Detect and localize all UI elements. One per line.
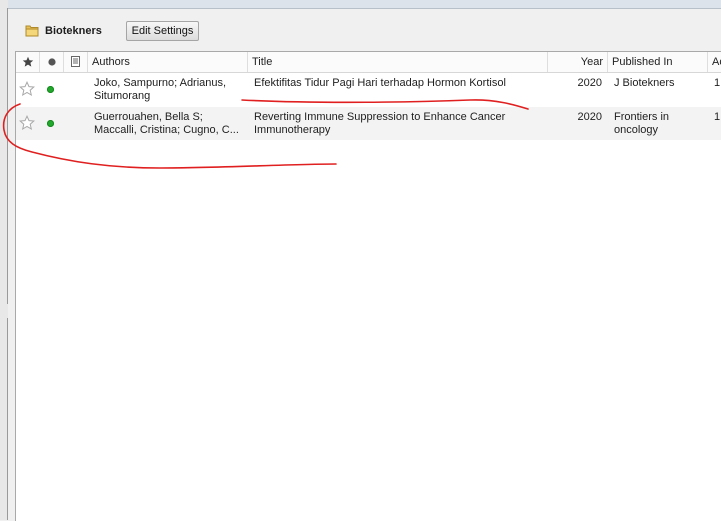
window-top-strip <box>8 0 721 9</box>
table-row[interactable]: Joko, Sampurno; Adrianus, Situmorang Efe… <box>16 73 721 106</box>
document-icon <box>71 56 80 67</box>
splitter-line <box>7 8 8 304</box>
column-header-read-status[interactable] <box>40 52 64 72</box>
table-row[interactable]: Guerrouahen, Bella S; Maccalli, Cristina… <box>16 107 721 140</box>
splitter-line <box>7 318 8 520</box>
library-header: Biotekners Edit Settings <box>8 9 721 49</box>
column-header-authors[interactable]: Authors <box>88 52 248 72</box>
table-header: Authors Title Year Published In Ac <box>16 52 721 73</box>
column-header-year[interactable]: Year <box>548 52 608 72</box>
star-icon[interactable] <box>19 81 35 97</box>
column-header-favorite[interactable] <box>16 52 40 72</box>
star-icon <box>22 56 33 67</box>
left-pane-edge <box>0 0 8 520</box>
cell-added: 1 <box>714 111 721 123</box>
cell-authors: Joko, Sampurno; Adrianus, Situmorang <box>94 77 227 102</box>
read-status-dot[interactable] <box>47 120 54 127</box>
cell-year: 2020 <box>577 77 602 89</box>
cell-authors: Guerrouahen, Bella S; Maccalli, Cristina… <box>94 111 239 136</box>
cell-title: Efektifitas Tidur Pagi Hari terhadap Hor… <box>254 77 506 89</box>
dot-icon <box>47 58 56 66</box>
cell-year: 2020 <box>577 111 602 123</box>
column-header-attachment[interactable] <box>64 52 88 72</box>
cell-added: 1 <box>714 77 721 89</box>
column-header-title[interactable]: Title <box>248 52 548 72</box>
cell-title: Reverting Immune Suppression to Enhance … <box>254 111 506 136</box>
cell-published-in: Frontiers in oncology <box>614 111 670 136</box>
column-header-added[interactable]: Ac <box>708 52 721 72</box>
edit-settings-button[interactable]: Edit Settings <box>126 21 199 41</box>
column-header-published-in[interactable]: Published In <box>608 52 708 72</box>
library-title: Biotekners <box>45 25 102 37</box>
star-icon[interactable] <box>19 115 35 131</box>
read-status-dot[interactable] <box>47 86 54 93</box>
folder-icon <box>25 25 39 37</box>
cell-published-in: J Biotekners <box>614 77 675 89</box>
references-table: Authors Title Year Published In Ac Joko,… <box>15 51 721 521</box>
